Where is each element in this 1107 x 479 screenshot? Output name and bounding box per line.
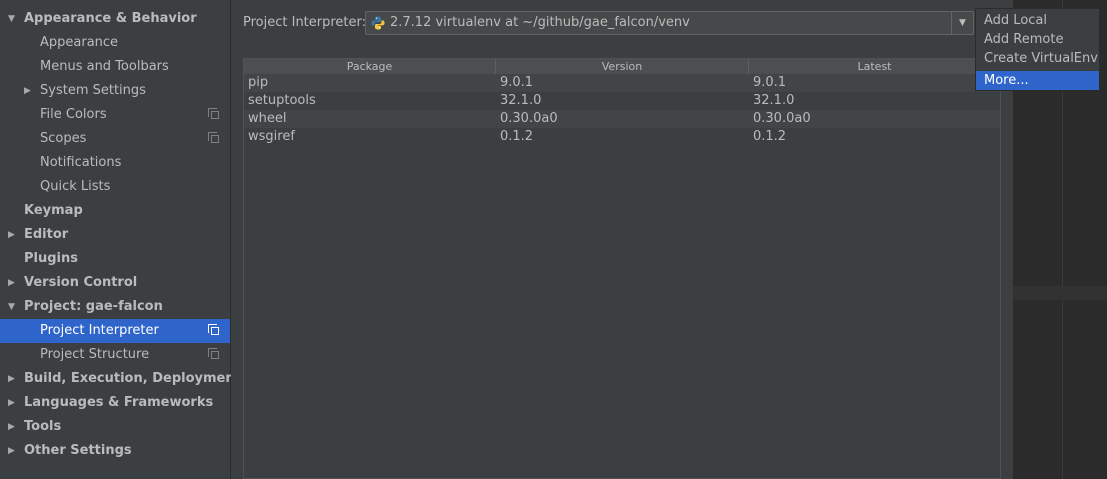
column-header-package[interactable]: Package xyxy=(244,59,496,74)
sidebar-item-label: Languages & Frameworks xyxy=(24,395,214,410)
chevron-right-icon[interactable]: ▶ xyxy=(8,223,15,247)
table-header: Package Version Latest xyxy=(244,59,1000,74)
chevron-right-icon[interactable]: ▶ xyxy=(8,367,15,391)
settings-sidebar: ▼ Appearance & Behavior Appearance Menus an… xyxy=(0,0,241,479)
chevron-right-icon[interactable]: ▶ xyxy=(24,79,31,103)
menu-item-add-remote[interactable]: Add Remote xyxy=(976,30,1099,49)
column-header-version[interactable]: Version xyxy=(496,59,749,74)
interpreter-select[interactable]: 2.7.12 virtualenv at ~/github/gae_falcon… xyxy=(365,11,974,35)
package-version: 0.1.2 xyxy=(500,129,534,144)
sidebar-item-system-settings[interactable]: ▶ System Settings xyxy=(0,79,230,103)
sidebar-item-file-colors[interactable]: File Colors xyxy=(0,103,230,127)
sidebar-item-label: Keymap xyxy=(24,203,83,218)
sidebar-item-label: Quick Lists xyxy=(40,179,111,194)
sidebar-item-other-settings[interactable]: ▶ Other Settings xyxy=(0,439,230,463)
interpreter-value: 2.7.12 virtualenv at ~/github/gae_falcon… xyxy=(390,15,690,30)
interpreter-options-menu: Add Local Add Remote Create VirtualEnv M… xyxy=(975,8,1100,91)
sidebar-item-version-control[interactable]: ▶ Version Control xyxy=(0,271,230,295)
table-row[interactable]: pip 9.0.1 9.0.1 xyxy=(244,74,1000,92)
project-copy-icon xyxy=(208,348,219,359)
chevron-down-icon[interactable]: ▼ xyxy=(8,7,15,31)
sidebar-item-label: Plugins xyxy=(24,251,78,266)
sidebar-item-label: Appearance & Behavior xyxy=(24,11,197,26)
sidebar-item-project-gae-falcon[interactable]: ▼ Project: gae-falcon xyxy=(0,295,230,319)
sidebar-item-keymap[interactable]: Keymap xyxy=(0,199,230,223)
sidebar-item-project-structure[interactable]: Project Structure xyxy=(0,343,230,367)
chevron-down-icon[interactable]: ▼ xyxy=(951,12,973,34)
sidebar-item-appearance-behavior[interactable]: ▼ Appearance & Behavior xyxy=(0,7,230,31)
table-row[interactable]: wheel 0.30.0a0 0.30.0a0 xyxy=(244,110,1000,128)
sidebar-item-label: Appearance xyxy=(40,35,119,50)
chevron-down-icon[interactable]: ▼ xyxy=(8,295,15,319)
sidebar-item-label: Build, Execution, Deployment xyxy=(24,371,241,386)
panel-highlight xyxy=(1013,286,1107,300)
main-panel: Project Interpreter: 2.7.12 virtualenv a… xyxy=(231,0,1013,479)
chevron-right-icon[interactable]: ▶ xyxy=(8,439,15,463)
package-version: 0.30.0a0 xyxy=(500,111,558,126)
sidebar-item-tools[interactable]: ▶ Tools xyxy=(0,415,230,439)
sidebar-item-label: Scopes xyxy=(40,131,87,146)
sidebar-item-label: Version Control xyxy=(24,275,138,290)
packages-table: Package Version Latest pip 9.0.1 9.0.1 s… xyxy=(243,58,1001,479)
sidebar-item-label: Menus and Toolbars xyxy=(40,59,169,74)
chevron-right-icon[interactable]: ▶ xyxy=(8,391,15,415)
package-version: 9.0.1 xyxy=(500,75,534,90)
sidebar-item-label: Project: gae-falcon xyxy=(24,299,163,314)
sidebar-item-scopes[interactable]: Scopes xyxy=(0,127,230,151)
package-version: 32.1.0 xyxy=(500,93,542,108)
sidebar-item-label: File Colors xyxy=(40,107,107,122)
sidebar-item-label: Other Settings xyxy=(24,443,132,458)
package-name: wsgiref xyxy=(248,129,295,144)
package-name: setuptools xyxy=(248,93,316,108)
sidebar-item-editor[interactable]: ▶ Editor xyxy=(0,223,230,247)
sidebar-item-menus-and-toolbars[interactable]: Menus and Toolbars xyxy=(0,55,230,79)
chevron-right-icon[interactable]: ▶ xyxy=(8,415,15,439)
package-latest: 32.1.0 xyxy=(753,93,795,108)
sidebar-item-label: System Settings xyxy=(40,83,146,98)
menu-item-more[interactable]: More... xyxy=(976,71,1099,90)
interpreter-label: Project Interpreter: xyxy=(243,15,367,30)
table-row[interactable]: wsgiref 0.1.2 0.1.2 xyxy=(244,128,1000,146)
chevron-right-icon[interactable]: ▶ xyxy=(8,271,15,295)
python-icon xyxy=(371,16,385,30)
project-copy-icon xyxy=(208,132,219,143)
sidebar-item-languages-frameworks[interactable]: ▶ Languages & Frameworks xyxy=(0,391,230,415)
sidebar-item-quick-lists[interactable]: Quick Lists xyxy=(0,175,230,199)
column-header-latest[interactable]: Latest xyxy=(749,59,1000,74)
package-name: wheel xyxy=(248,111,287,126)
project-copy-icon xyxy=(208,108,219,119)
package-latest: 0.1.2 xyxy=(753,129,787,144)
menu-item-add-local[interactable]: Add Local xyxy=(976,11,1099,30)
table-row[interactable]: setuptools 32.1.0 32.1.0 xyxy=(244,92,1000,110)
sidebar-item-label: Editor xyxy=(24,227,69,242)
sidebar-item-project-interpreter[interactable]: Project Interpreter xyxy=(0,319,230,343)
sidebar-item-label: Project Structure xyxy=(40,347,150,362)
sidebar-item-label: Project Interpreter xyxy=(40,323,159,338)
sidebar-item-plugins[interactable]: Plugins xyxy=(0,247,230,271)
project-copy-icon xyxy=(208,324,219,335)
package-name: pip xyxy=(248,75,269,90)
sidebar-item-appearance[interactable]: Appearance xyxy=(0,31,230,55)
package-latest: 9.0.1 xyxy=(753,75,787,90)
sidebar-item-label: Notifications xyxy=(40,155,122,170)
sidebar-item-label: Tools xyxy=(24,419,62,434)
sidebar-item-build-execution-deployment[interactable]: ▶ Build, Execution, Deployment xyxy=(0,367,241,391)
package-latest: 0.30.0a0 xyxy=(753,111,811,126)
sidebar-item-notifications[interactable]: Notifications xyxy=(0,151,230,175)
menu-item-create-virtualenv[interactable]: Create VirtualEnv xyxy=(976,49,1099,68)
